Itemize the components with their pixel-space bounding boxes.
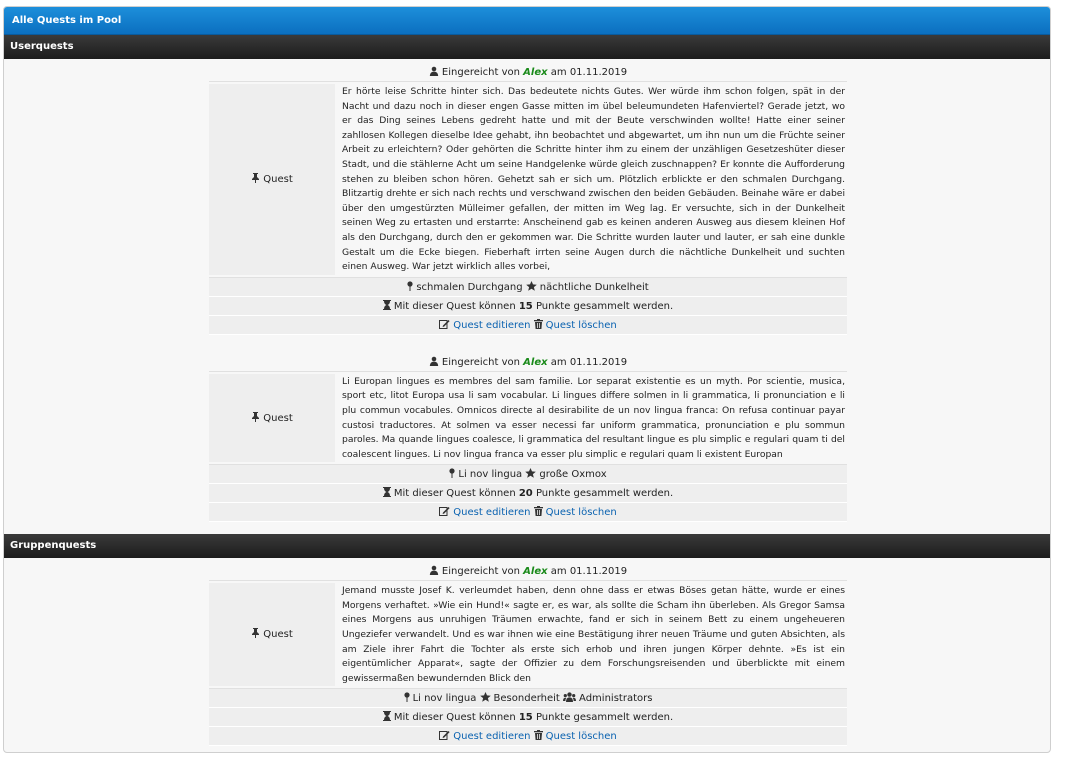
quest-text: Er hörte leise Schritte hinter sich. Das… <box>342 86 845 273</box>
submitted-row: Eingereicht von Alex am 01.11.2019 <box>209 562 847 582</box>
edit-quest-link[interactable]: Quest editieren <box>453 507 530 518</box>
map-pin-icon <box>407 279 413 298</box>
trash-icon[interactable] <box>533 504 543 523</box>
quest-card: Eingereicht von Alex am 01.11.2019 Quest… <box>209 562 847 747</box>
hourglass-icon <box>382 709 391 728</box>
quest-pool-panel: Alle Quests im Pool Userquests Eingereic… <box>3 6 1051 753</box>
user-icon <box>429 354 439 373</box>
quest-text: Li Europan lingues es membres del sam fa… <box>342 375 845 460</box>
points-prefix: Mit dieser Quest können <box>393 488 516 500</box>
quest-actions-row: Quest editieren Quest löschen <box>209 503 847 523</box>
submitter-name[interactable]: Alex <box>523 357 547 368</box>
users-icon <box>563 690 577 709</box>
pushpin-icon <box>251 411 260 425</box>
submitted-prefix: Eingereicht von <box>441 566 520 578</box>
star-icon <box>525 279 537 298</box>
quest-special: nächtliche Dunkelheit <box>539 281 649 293</box>
delete-quest-link[interactable]: Quest löschen <box>546 731 617 742</box>
submitted-date: am 01.11.2019 <box>550 566 628 578</box>
star-icon <box>479 690 491 709</box>
trash-icon[interactable] <box>533 317 543 336</box>
section-userquests: Eingereicht von Alex am 01.11.2019 Quest… <box>4 59 1050 534</box>
quest-label: Quest <box>263 412 293 424</box>
section-gruppenquests: Eingereicht von Alex am 01.11.2019 Quest… <box>4 558 1050 752</box>
quest-card: Eingereicht von Alex am 01.11.2019 Quest… <box>209 63 847 335</box>
quest-label-cell: Quest <box>209 583 335 687</box>
submitted-row: Eingereicht von Alex am 01.11.2019 <box>209 63 847 82</box>
quest-text: Jemand musste Josef K. verleumdet haben,… <box>342 585 845 684</box>
quest-card: Eingereicht von Alex am 01.11.2019 Quest… <box>209 352 847 523</box>
quest-main: Quest Jemand musste Josef K. verleumdet … <box>209 581 847 690</box>
points-value: 15 <box>518 300 533 312</box>
quest-actions-row: Quest editieren Quest löschen <box>209 315 847 336</box>
section-title-gruppenquests: Gruppenquests <box>4 534 1050 559</box>
quest-special: Besonderheit <box>493 693 560 705</box>
quest-tags-row: Li nov lingua Besonderheit Administrator… <box>209 689 847 709</box>
quest-points-row: Mit dieser Quest können 20 Punkte gesamm… <box>209 484 847 504</box>
quest-main: Quest Li Europan lingues es membres del … <box>209 371 847 466</box>
map-pin-icon <box>449 466 455 485</box>
submitter-name[interactable]: Alex <box>523 566 547 577</box>
quest-main: Quest Er hörte leise Schritte hinter sic… <box>209 82 847 278</box>
quest-group: Administrators <box>579 693 653 705</box>
submitted-prefix: Eingereicht von <box>441 356 520 368</box>
map-pin-icon <box>403 690 410 709</box>
edit-quest-link[interactable]: Quest editieren <box>453 320 530 331</box>
edit-icon[interactable] <box>439 504 450 523</box>
quest-points-row: Mit dieser Quest können 15 Punkte gesamm… <box>209 708 847 728</box>
quest-tags-row: Li nov lingua große Oxmox <box>209 465 847 485</box>
points-prefix: Mit dieser Quest können <box>393 300 516 312</box>
user-icon <box>429 563 439 582</box>
edit-quest-link[interactable]: Quest editieren <box>453 731 530 742</box>
quest-special: große Oxmox <box>539 469 607 481</box>
quest-location: Li nov lingua <box>412 693 477 705</box>
quest-label-cell: Quest <box>209 84 335 275</box>
section-title-userquests: Userquests <box>4 35 1050 59</box>
trash-icon[interactable] <box>533 728 543 747</box>
submitted-prefix: Eingereicht von <box>441 67 520 78</box>
quest-label-cell: Quest <box>209 373 335 463</box>
delete-quest-link[interactable]: Quest löschen <box>546 320 617 331</box>
hourglass-icon <box>382 298 391 317</box>
submitted-date: am 01.11.2019 <box>550 67 628 78</box>
quest-label: Quest <box>263 173 293 185</box>
hourglass-icon <box>382 485 391 504</box>
quest-actions-row: Quest editieren Quest löschen <box>209 727 847 747</box>
delete-quest-link[interactable]: Quest löschen <box>546 507 617 518</box>
edit-icon[interactable] <box>439 728 450 747</box>
points-suffix: Punkte gesammelt werden. <box>535 488 674 500</box>
edit-icon[interactable] <box>439 317 450 336</box>
quest-label: Quest <box>263 629 293 641</box>
panel-title: Alle Quests im Pool <box>4 7 1050 35</box>
quest-points-row: Mit dieser Quest können 15 Punkte gesamm… <box>209 296 847 317</box>
points-value: 20 <box>518 488 533 500</box>
points-suffix: Punkte gesammelt werden. <box>535 712 674 724</box>
star-icon <box>525 466 537 485</box>
pushpin-icon <box>251 172 260 186</box>
points-suffix: Punkte gesammelt werden. <box>535 300 674 312</box>
submitted-row: Eingereicht von Alex am 01.11.2019 <box>209 352 847 373</box>
quest-location: schmalen Durchgang <box>416 281 523 293</box>
points-prefix: Mit dieser Quest können <box>393 712 516 724</box>
submitter-name[interactable]: Alex <box>523 67 547 78</box>
quest-location: Li nov lingua <box>458 469 523 481</box>
pushpin-icon <box>251 628 260 641</box>
user-icon <box>429 64 439 83</box>
quest-tags-row: schmalen Durchgang nächtliche Dunkelheit <box>209 277 847 298</box>
points-value: 15 <box>518 712 533 724</box>
submitted-date: am 01.11.2019 <box>550 356 628 368</box>
